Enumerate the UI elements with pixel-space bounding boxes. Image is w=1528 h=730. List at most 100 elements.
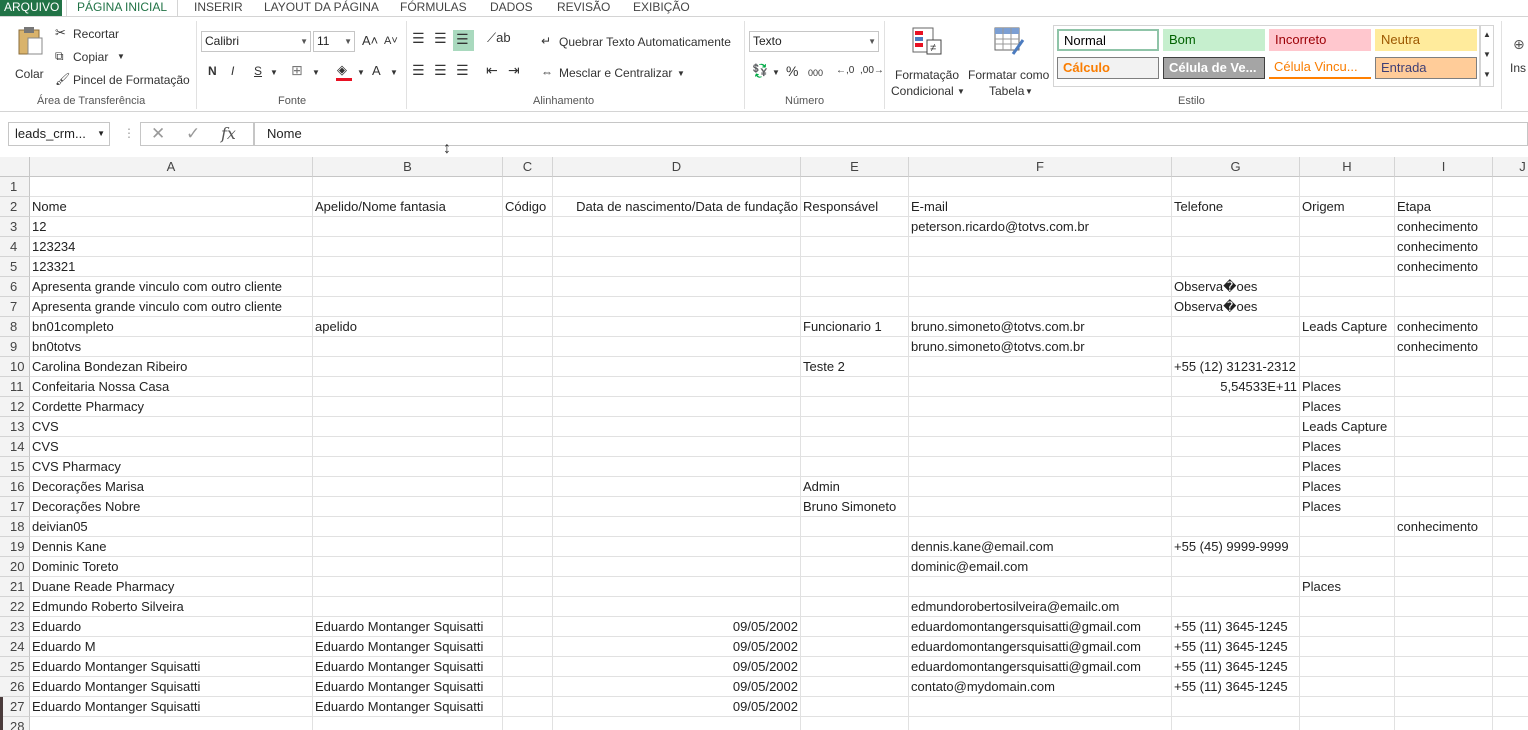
- cell-h23[interactable]: [1300, 617, 1395, 637]
- cell-j7[interactable]: [1493, 297, 1528, 317]
- cell-f26[interactable]: contato@mydomain.com: [909, 677, 1172, 697]
- row-header[interactable]: 3: [0, 217, 30, 237]
- cell-a3[interactable]: 12: [30, 217, 313, 237]
- cell-c20[interactable]: [503, 557, 553, 577]
- cell-g6[interactable]: Observa�oes: [1172, 277, 1300, 297]
- cell-e21[interactable]: [801, 577, 909, 597]
- row-header[interactable]: 7: [0, 297, 30, 317]
- font-color-icon[interactable]: A: [372, 64, 381, 78]
- cell-e12[interactable]: [801, 397, 909, 417]
- column-header-g[interactable]: G: [1172, 157, 1300, 177]
- cell-g10[interactable]: +55 (12) 31231-2312: [1172, 357, 1300, 377]
- cell-j19[interactable]: [1493, 537, 1528, 557]
- cell-d13[interactable]: [553, 417, 801, 437]
- cell-b24[interactable]: Eduardo Montanger Squisatti: [313, 637, 503, 657]
- column-header-i[interactable]: I: [1395, 157, 1493, 177]
- cell-g23[interactable]: +55 (11) 3645-1245: [1172, 617, 1300, 637]
- cell-a22[interactable]: Edmundo Roberto Silveira: [30, 597, 313, 617]
- style-check-cell[interactable]: Célula de Ve...: [1163, 57, 1265, 79]
- cell-i21[interactable]: [1395, 577, 1493, 597]
- cell-f25[interactable]: eduardomontangersquisatti@gmail.com: [909, 657, 1172, 677]
- cell-j22[interactable]: [1493, 597, 1528, 617]
- cell-h7[interactable]: [1300, 297, 1395, 317]
- font-name-select[interactable]: Calibri ▼: [201, 31, 311, 52]
- row-header[interactable]: 9: [0, 337, 30, 357]
- style-bad[interactable]: Incorreto: [1269, 29, 1371, 51]
- cell-e22[interactable]: [801, 597, 909, 617]
- cell-j12[interactable]: [1493, 397, 1528, 417]
- row-header[interactable]: 27: [0, 697, 30, 717]
- row-header[interactable]: 6: [0, 277, 30, 297]
- row-header[interactable]: 22: [0, 597, 30, 617]
- cell-e17[interactable]: Bruno Simoneto: [801, 497, 909, 517]
- cell-h13[interactable]: Leads Capture: [1300, 417, 1395, 437]
- cell-c12[interactable]: [503, 397, 553, 417]
- cell-c13[interactable]: [503, 417, 553, 437]
- cell-f10[interactable]: [909, 357, 1172, 377]
- cell-h19[interactable]: [1300, 537, 1395, 557]
- cell-d12[interactable]: [553, 397, 801, 417]
- cell-h11[interactable]: Places: [1300, 377, 1395, 397]
- cell-f9[interactable]: bruno.simoneto@totvs.com.br: [909, 337, 1172, 357]
- orientation-icon[interactable]: ⟋ab: [487, 31, 511, 45]
- cell-a13[interactable]: CVS: [30, 417, 313, 437]
- cell-f14[interactable]: [909, 437, 1172, 457]
- cell-d9[interactable]: [553, 337, 801, 357]
- underline-button[interactable]: S: [254, 64, 262, 78]
- cell-i7[interactable]: [1395, 297, 1493, 317]
- cell-e18[interactable]: [801, 517, 909, 537]
- cell-j26[interactable]: [1493, 677, 1528, 697]
- cell-a20[interactable]: Dominic Toreto: [30, 557, 313, 577]
- align-top-icon[interactable]: ☰: [412, 31, 425, 45]
- cell-i1[interactable]: [1395, 177, 1493, 197]
- cell-i9[interactable]: conhecimento: [1395, 337, 1493, 357]
- cell-b4[interactable]: [313, 237, 503, 257]
- cell-b28[interactable]: [313, 717, 503, 730]
- cell-d10[interactable]: [553, 357, 801, 377]
- row-header[interactable]: 21: [0, 577, 30, 597]
- cell-h18[interactable]: [1300, 517, 1395, 537]
- cell-b12[interactable]: [313, 397, 503, 417]
- cell-b7[interactable]: [313, 297, 503, 317]
- cell-h6[interactable]: [1300, 277, 1395, 297]
- cell-d4[interactable]: [553, 237, 801, 257]
- cell-j9[interactable]: [1493, 337, 1528, 357]
- cell-a15[interactable]: CVS Pharmacy: [30, 457, 313, 477]
- cell-a7[interactable]: Apresenta grande vinculo com outro clien…: [30, 297, 313, 317]
- align-center-icon[interactable]: ☰: [434, 63, 447, 77]
- cell-a25[interactable]: Eduardo Montanger Squisatti: [30, 657, 313, 677]
- cell-f2[interactable]: E-mail: [909, 197, 1172, 217]
- row-header[interactable]: 16: [0, 477, 30, 497]
- cell-c25[interactable]: [503, 657, 553, 677]
- cell-e11[interactable]: [801, 377, 909, 397]
- cell-f16[interactable]: [909, 477, 1172, 497]
- cell-i19[interactable]: [1395, 537, 1493, 557]
- cell-i20[interactable]: [1395, 557, 1493, 577]
- cell-c15[interactable]: [503, 457, 553, 477]
- column-header-c[interactable]: C: [503, 157, 553, 177]
- tab-layout-pagina[interactable]: LAYOUT DA PÁGINA: [264, 0, 379, 16]
- cell-d14[interactable]: [553, 437, 801, 457]
- column-header-h[interactable]: H: [1300, 157, 1395, 177]
- cell-i13[interactable]: [1395, 417, 1493, 437]
- wrap-text-button[interactable]: ↵ Quebrar Texto Automaticamente: [540, 33, 736, 51]
- cell-j8[interactable]: [1493, 317, 1528, 337]
- cell-j2[interactable]: [1493, 197, 1528, 217]
- cell-c7[interactable]: [503, 297, 553, 317]
- cell-b5[interactable]: [313, 257, 503, 277]
- cell-h10[interactable]: [1300, 357, 1395, 377]
- cell-c21[interactable]: [503, 577, 553, 597]
- cell-c18[interactable]: [503, 517, 553, 537]
- cell-h14[interactable]: Places: [1300, 437, 1395, 457]
- cell-b18[interactable]: [313, 517, 503, 537]
- cell-i12[interactable]: [1395, 397, 1493, 417]
- cell-c19[interactable]: [503, 537, 553, 557]
- cell-j10[interactable]: [1493, 357, 1528, 377]
- cell-f28[interactable]: [909, 717, 1172, 730]
- row-header[interactable]: 17: [0, 497, 30, 517]
- increase-decimal-icon[interactable]: ←,0: [836, 64, 854, 78]
- cell-g17[interactable]: [1172, 497, 1300, 517]
- cell-i18[interactable]: conhecimento: [1395, 517, 1493, 537]
- cell-h9[interactable]: [1300, 337, 1395, 357]
- cell-j24[interactable]: [1493, 637, 1528, 657]
